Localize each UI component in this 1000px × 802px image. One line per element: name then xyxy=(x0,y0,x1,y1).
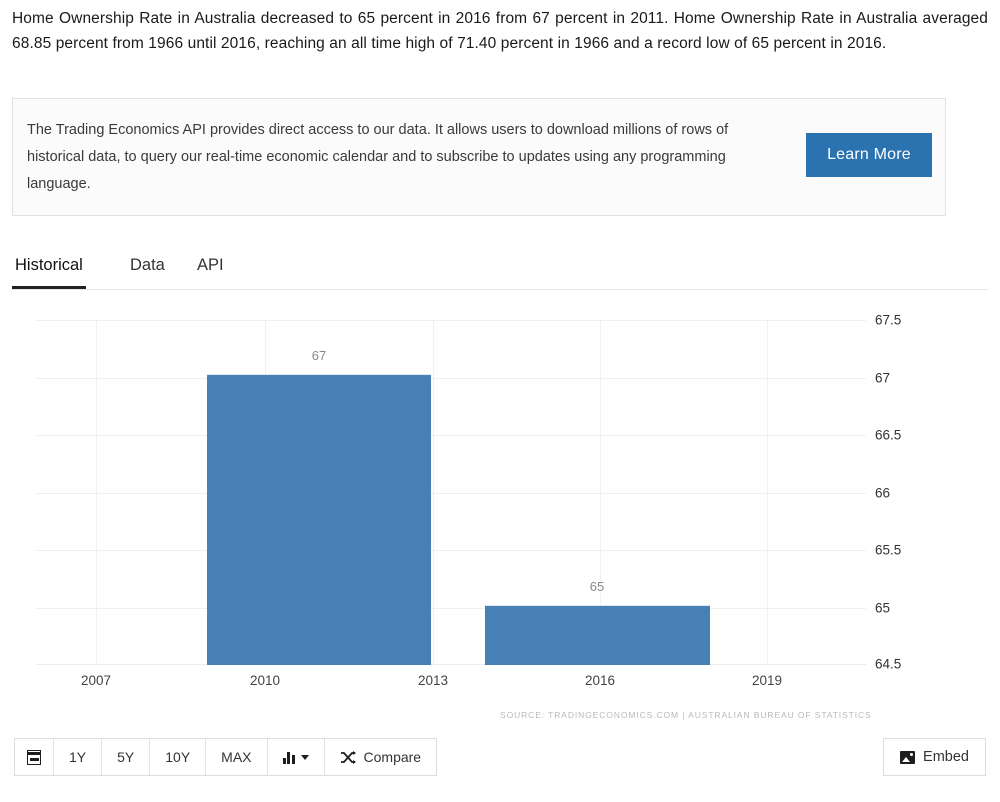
home-ownership-rate-chart: 67 65 67.5 67 66.5 66 65.5 65 64.5 2007 … xyxy=(0,292,1000,732)
range-1y-button[interactable]: 1Y xyxy=(54,739,103,775)
chart-toolbar: 1Y 5Y 10Y MAX Compare xyxy=(14,738,438,776)
x-tick-2010: 2010 xyxy=(249,673,281,688)
compare-label: Compare xyxy=(363,749,422,765)
range-max-button[interactable]: MAX xyxy=(206,739,268,775)
gridline-67-5 xyxy=(36,320,866,321)
tab-api[interactable]: API xyxy=(194,245,227,289)
bar-label-2011: 67 xyxy=(311,348,327,363)
tab-data[interactable]: Data xyxy=(127,245,168,289)
y-tick-66-5: 66.5 xyxy=(875,427,902,443)
gridline-2007 xyxy=(96,320,97,665)
learn-more-button[interactable]: Learn More xyxy=(806,133,932,177)
bar-2016[interactable] xyxy=(485,605,710,665)
api-promo-box: The Trading Economics API provides direc… xyxy=(12,98,946,216)
y-tick-67: 67 xyxy=(875,370,891,385)
chart-source-note: SOURCE: TRADINGECONOMICS.COM | AUSTRALIA… xyxy=(500,710,872,720)
gridline-67 xyxy=(36,377,866,379)
x-tick-2016: 2016 xyxy=(584,673,616,688)
gridline-2019 xyxy=(767,320,768,665)
x-tick-2019: 2019 xyxy=(751,673,783,688)
gridline-65-5 xyxy=(36,550,866,551)
bar-chart-icon xyxy=(282,751,295,764)
tab-historical[interactable]: Historical xyxy=(12,245,86,289)
chevron-down-icon xyxy=(300,754,309,760)
range-10y-button[interactable]: 10Y xyxy=(150,739,207,775)
bar-label-2016: 65 xyxy=(589,579,605,594)
embed-button[interactable]: Embed xyxy=(883,738,986,776)
tab-bar: Historical Data API xyxy=(12,245,988,290)
y-tick-66: 66 xyxy=(875,485,891,500)
embed-label: Embed xyxy=(923,749,969,765)
gridline-66 xyxy=(36,492,866,494)
chart-plot-area: 67 65 xyxy=(36,320,866,665)
range-5y-button[interactable]: 5Y xyxy=(102,739,151,775)
api-promo-text: The Trading Economics API provides direc… xyxy=(27,122,729,192)
calendar-icon xyxy=(27,749,41,765)
y-tick-65: 65 xyxy=(875,600,891,615)
bar-2011[interactable] xyxy=(207,374,431,665)
shuffle-icon xyxy=(340,750,356,764)
y-tick-65-5: 65.5 xyxy=(875,542,902,558)
image-icon xyxy=(900,750,916,764)
x-tick-2013: 2013 xyxy=(417,673,449,688)
compare-button[interactable]: Compare xyxy=(324,739,437,775)
summary-paragraph: Home Ownership Rate in Australia decreas… xyxy=(12,10,988,52)
gridline-2013 xyxy=(433,320,434,665)
gridline-65 xyxy=(36,607,866,609)
y-tick-67-5: 67.5 xyxy=(875,312,902,328)
x-tick-2007: 2007 xyxy=(80,673,112,688)
calendar-button[interactable] xyxy=(15,739,54,775)
y-tick-64-5: 64.5 xyxy=(875,656,902,672)
gridline-66-5 xyxy=(36,435,866,436)
chart-type-dropdown[interactable] xyxy=(267,739,325,775)
x-axis-baseline xyxy=(36,664,866,665)
